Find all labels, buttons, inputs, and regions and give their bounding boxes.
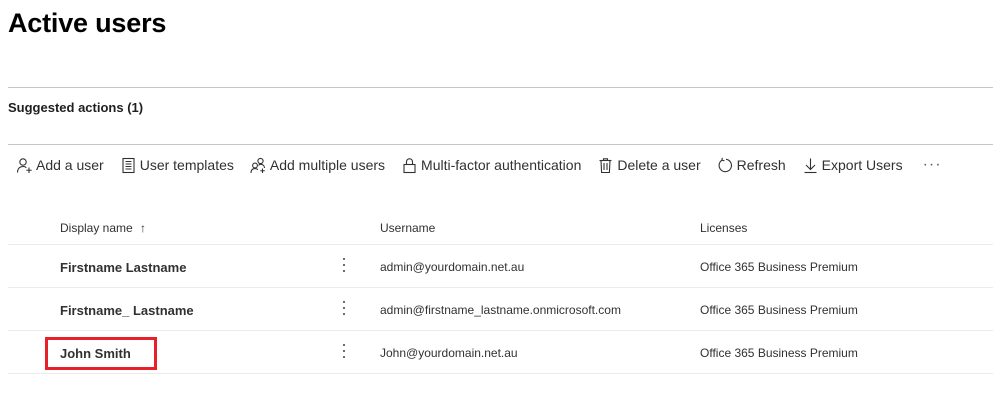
- user-licenses: Office 365 Business Premium: [700, 346, 858, 360]
- column-header-licenses[interactable]: Licenses: [700, 221, 747, 235]
- more-vertical-icon: [342, 300, 346, 316]
- more-vertical-icon: [342, 343, 346, 359]
- user-username: admin@yourdomain.net.au: [380, 260, 525, 274]
- user-username: admin@firstname_lastname.onmicrosoft.com: [380, 303, 621, 317]
- users-table: Display name ↑ Username Licenses Firstna…: [8, 208, 993, 374]
- user-display-name[interactable]: John Smith: [60, 346, 131, 361]
- add-multiple-users-label: Add multiple users: [269, 157, 386, 173]
- user-licenses: Office 365 Business Premium: [700, 260, 858, 274]
- user-templates-button[interactable]: User templates: [112, 151, 242, 179]
- delete-user-label: Delete a user: [617, 157, 701, 173]
- column-header-username[interactable]: Username: [380, 221, 435, 235]
- add-multiple-users-button[interactable]: Add multiple users: [242, 151, 393, 179]
- export-users-label: Export Users: [821, 157, 903, 173]
- user-templates-label: User templates: [139, 157, 234, 173]
- table-row[interactable]: Firstname_ Lastname admin@firstname_last…: [8, 288, 993, 331]
- multi-factor-authentication-label: Multi-factor authentication: [421, 157, 582, 173]
- lock-icon: [403, 157, 416, 173]
- export-users-button[interactable]: Export Users: [794, 151, 911, 179]
- user-licenses: Office 365 Business Premium: [700, 303, 858, 317]
- row-more-options-button[interactable]: [338, 339, 350, 363]
- more-vertical-icon: [342, 257, 346, 273]
- sort-ascending-icon: ↑: [140, 221, 147, 235]
- refresh-button[interactable]: Refresh: [709, 151, 794, 179]
- command-bar: Add a user User templates Add multiple u…: [8, 151, 950, 179]
- multi-factor-authentication-button[interactable]: Multi-factor authentication: [393, 151, 589, 179]
- user-display-name[interactable]: Firstname_ Lastname: [60, 303, 194, 318]
- row-more-options-button[interactable]: [338, 253, 350, 277]
- page-title: Active users: [8, 8, 167, 38]
- refresh-label: Refresh: [736, 157, 786, 173]
- person-add-icon: [16, 157, 32, 173]
- header-divider: [8, 87, 993, 88]
- table-row[interactable]: Firstname Lastname admin@yourdomain.net.…: [8, 245, 993, 288]
- table-header: Display name ↑ Username Licenses: [8, 208, 993, 245]
- column-header-display-name[interactable]: Display name ↑: [60, 221, 146, 235]
- refresh-icon: [718, 157, 732, 172]
- template-icon: [122, 157, 135, 173]
- row-more-options-button[interactable]: [338, 296, 350, 320]
- download-icon: [804, 158, 817, 173]
- trash-icon: [599, 157, 612, 173]
- add-user-button[interactable]: Add a user: [8, 151, 112, 179]
- add-user-label: Add a user: [36, 157, 104, 173]
- display-name-header-label: Display name: [60, 221, 133, 235]
- delete-user-button[interactable]: Delete a user: [589, 151, 708, 179]
- more-actions-button[interactable]: ···: [911, 151, 950, 179]
- user-username: John@yourdomain.net.au: [380, 346, 518, 360]
- people-add-icon: [250, 157, 265, 173]
- user-display-name[interactable]: Firstname Lastname: [60, 260, 186, 275]
- table-row[interactable]: John Smith John@yourdomain.net.au Office…: [8, 331, 993, 374]
- suggested-actions[interactable]: Suggested actions (1): [8, 100, 143, 115]
- toolbar-divider: [8, 144, 993, 145]
